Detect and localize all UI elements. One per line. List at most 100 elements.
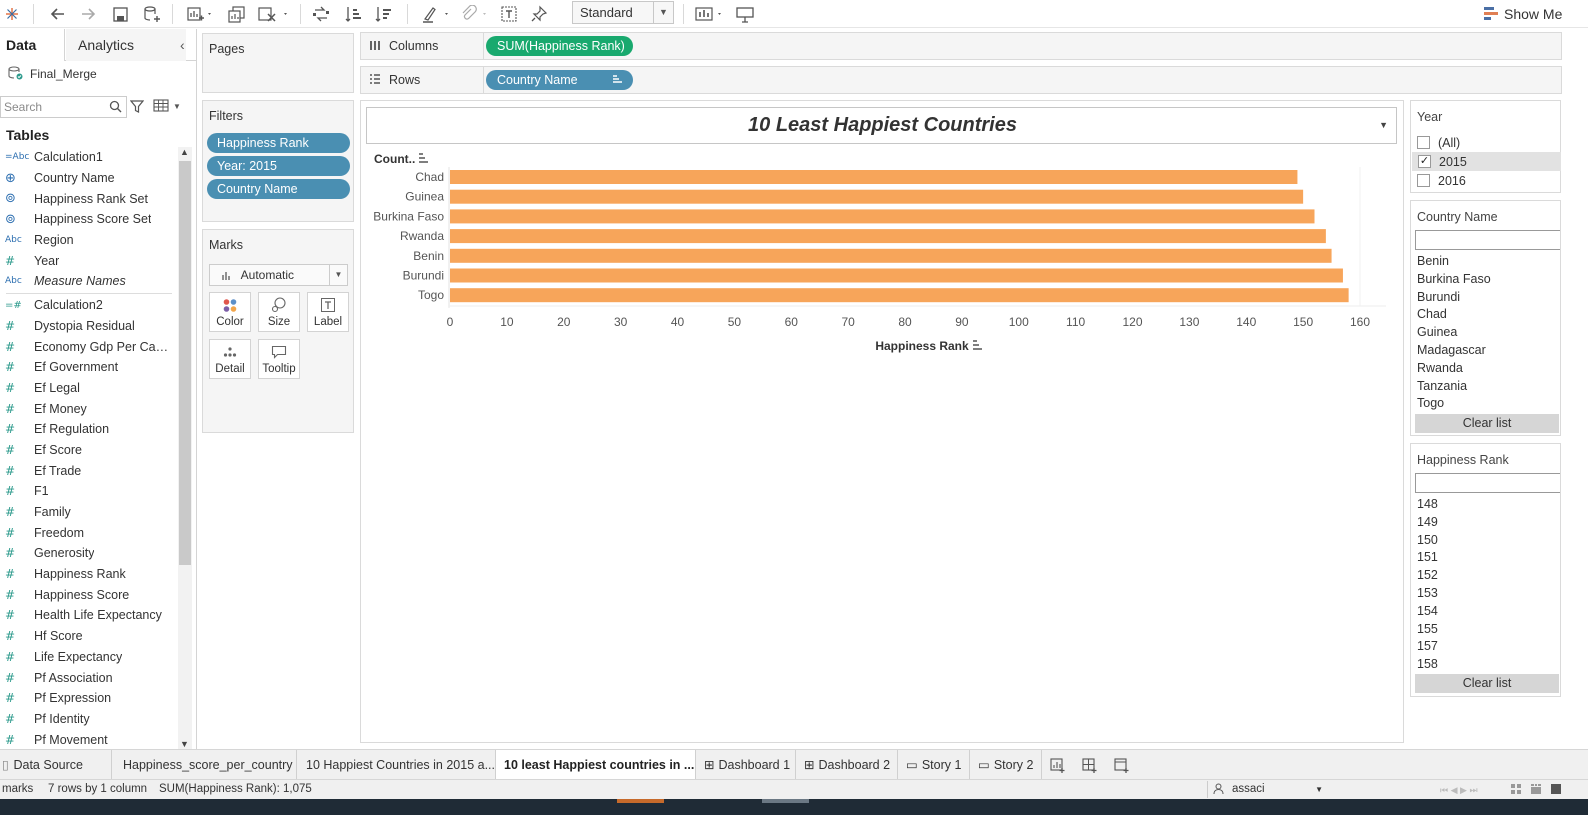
rank-filter-input[interactable] xyxy=(1415,473,1560,493)
rank-filter-item[interactable]: 152 xyxy=(1417,566,1438,584)
highlight-icon[interactable] xyxy=(420,3,452,25)
field-item[interactable]: # Year xyxy=(0,250,178,271)
scroll-down-icon[interactable]: ▼ xyxy=(180,739,189,749)
field-item[interactable]: # Pf Identity xyxy=(0,709,178,730)
sheet-navigation-icon[interactable]: ⏮ ◀ ▶ ⏭ xyxy=(1440,785,1478,796)
columns-shelf[interactable]: Columns SUM(Happiness Rank) xyxy=(360,32,1562,60)
marks-tooltip-button[interactable]: Tooltip xyxy=(258,339,300,379)
clear-sheet-icon[interactable] xyxy=(256,3,292,25)
sort-descending-icon[interactable] xyxy=(373,3,395,25)
field-item[interactable]: # Pf Movement xyxy=(0,729,178,750)
field-item[interactable]: ⊚ Happiness Score Set xyxy=(0,209,178,230)
field-item[interactable]: # Ef Trade xyxy=(0,460,178,481)
field-item[interactable]: ⊕ Country Name xyxy=(0,168,178,189)
field-item[interactable]: # Ef Regulation xyxy=(0,419,178,440)
new-datasource-icon[interactable] xyxy=(141,3,163,25)
tab-dashboard-1[interactable]: ⊞ Dashboard 1 xyxy=(696,750,796,780)
field-item[interactable]: Abc Measure Names xyxy=(0,271,178,292)
datasource-item[interactable]: Final_Merge xyxy=(8,65,97,83)
tab-data[interactable]: Data xyxy=(0,29,65,61)
country-filter-item[interactable]: Benin xyxy=(1417,252,1449,270)
field-list-scrollbar[interactable]: ▲ ▼ xyxy=(178,147,192,749)
year-option-2015[interactable]: ✓ 2015 xyxy=(1412,152,1561,171)
tab-dashboard-2[interactable]: ⊞ Dashboard 2 xyxy=(796,750,898,780)
rank-filter-item[interactable]: 158 xyxy=(1417,655,1438,673)
tableau-logo-icon[interactable] xyxy=(4,3,20,25)
field-item[interactable]: # Ef Money xyxy=(0,398,178,419)
new-dashboard-tab-icon[interactable] xyxy=(1082,757,1098,776)
field-item[interactable]: # Happiness Rank xyxy=(0,564,178,585)
field-item[interactable]: # Happiness Score xyxy=(0,584,178,605)
country-filter-item[interactable]: Tanzania xyxy=(1417,377,1467,395)
tab-analytics[interactable]: Analytics xyxy=(66,29,186,61)
year-option-2016[interactable]: 2016 xyxy=(1417,171,1561,190)
rank-filter-item[interactable]: 149 xyxy=(1417,513,1438,531)
collapse-pane-icon[interactable]: ‹ xyxy=(180,29,185,61)
rank-filter-item[interactable]: 153 xyxy=(1417,584,1438,602)
presentation-icon[interactable] xyxy=(734,3,756,25)
filter-icon[interactable] xyxy=(129,100,145,116)
undo-icon[interactable] xyxy=(47,3,67,25)
marks-size-button[interactable]: Size xyxy=(258,292,300,332)
field-item[interactable]: # Freedom xyxy=(0,522,178,543)
filters-card[interactable]: Filters Happiness Rank Year: 2015 Countr… xyxy=(202,100,354,222)
sheet-sorter-icon[interactable] xyxy=(1510,783,1522,798)
tab-happiness-score[interactable]: Happiness_score_per_country xyxy=(115,750,297,780)
marks-color-button[interactable]: Color xyxy=(209,292,251,332)
field-item[interactable]: # Life Expectancy xyxy=(0,647,178,668)
rank-filter-item[interactable]: 154 xyxy=(1417,602,1438,620)
new-worksheet-icon[interactable] xyxy=(184,3,216,25)
field-item[interactable]: # Economy Gdp Per Capi... xyxy=(0,336,178,357)
rows-shelf[interactable]: Rows Country Name xyxy=(360,66,1562,94)
filter-pill-country-name[interactable]: Country Name xyxy=(207,179,350,199)
tab-10-least-happiest[interactable]: 10 least Happiest countries in ... xyxy=(496,750,696,780)
filmstrip-icon[interactable] xyxy=(1530,783,1542,798)
swap-icon[interactable] xyxy=(310,3,332,25)
country-filter-input[interactable] xyxy=(1415,230,1560,250)
pin-icon[interactable] xyxy=(528,3,550,25)
filter-pill-year[interactable]: Year: 2015 xyxy=(207,156,350,176)
sort-ascending-icon[interactable] xyxy=(343,3,365,25)
tab-story-1[interactable]: ▭ Story 1 xyxy=(898,750,970,780)
field-item[interactable]: # Hf Score xyxy=(0,626,178,647)
rank-filter-item[interactable]: 150 xyxy=(1417,531,1438,549)
country-filter-item[interactable]: Togo xyxy=(1417,394,1444,412)
view-size-select[interactable]: Standard ▼ xyxy=(572,1,674,24)
scroll-thumb[interactable] xyxy=(179,161,191,565)
marks-label-button[interactable]: Label xyxy=(307,292,349,332)
chevron-down-icon[interactable]: ▼ xyxy=(173,102,181,111)
field-item[interactable]: # Family xyxy=(0,502,178,523)
field-item[interactable]: # Health Life Expectancy xyxy=(0,605,178,626)
country-filter-item[interactable]: Guinea xyxy=(1417,323,1457,341)
user-select[interactable]: assaci ▼ xyxy=(1207,781,1329,798)
search-icon[interactable] xyxy=(109,100,122,116)
filter-pill-happiness-rank[interactable]: Happiness Rank xyxy=(207,133,350,153)
country-clear-list-button[interactable]: Clear list xyxy=(1415,414,1559,433)
field-search-input[interactable] xyxy=(1,97,105,117)
label-icon[interactable] xyxy=(498,3,520,25)
field-item[interactable]: # Generosity xyxy=(0,543,178,564)
rank-clear-list-button[interactable]: Clear list xyxy=(1415,674,1559,693)
marks-detail-button[interactable]: Detail xyxy=(209,339,251,379)
tab-story-2[interactable]: ▭ Story 2 xyxy=(970,750,1042,780)
field-item[interactable]: =# Calculation2 xyxy=(0,295,178,316)
show-cards-icon[interactable] xyxy=(693,3,727,25)
group-icon[interactable] xyxy=(458,3,490,25)
scroll-up-icon[interactable]: ▲ xyxy=(180,147,189,157)
year-option-all[interactable]: (All) xyxy=(1417,133,1561,152)
field-item[interactable]: =Abc Calculation1 xyxy=(0,147,178,168)
field-item[interactable]: # F1 xyxy=(0,481,178,502)
country-filter-item[interactable]: Burkina Faso xyxy=(1417,270,1491,288)
new-worksheet-tab-icon[interactable] xyxy=(1050,757,1066,776)
country-filter-item[interactable]: Chad xyxy=(1417,305,1447,323)
rows-pill[interactable]: Country Name xyxy=(486,70,633,90)
tab-data-source[interactable]: ▯ Data Source xyxy=(0,750,112,780)
field-item[interactable]: # Ef Government xyxy=(0,357,178,378)
tab-10-happiest[interactable]: 10 Happiest Countries in 2015 a... xyxy=(298,750,496,780)
rank-filter-item[interactable]: 148 xyxy=(1417,495,1438,513)
duplicate-icon[interactable] xyxy=(226,3,248,25)
country-filter-item[interactable]: Madagascar xyxy=(1417,341,1486,359)
pages-card[interactable]: Pages xyxy=(202,33,354,93)
rank-filter-item[interactable]: 151 xyxy=(1417,548,1438,566)
country-filter-item[interactable]: Burundi xyxy=(1417,288,1460,306)
